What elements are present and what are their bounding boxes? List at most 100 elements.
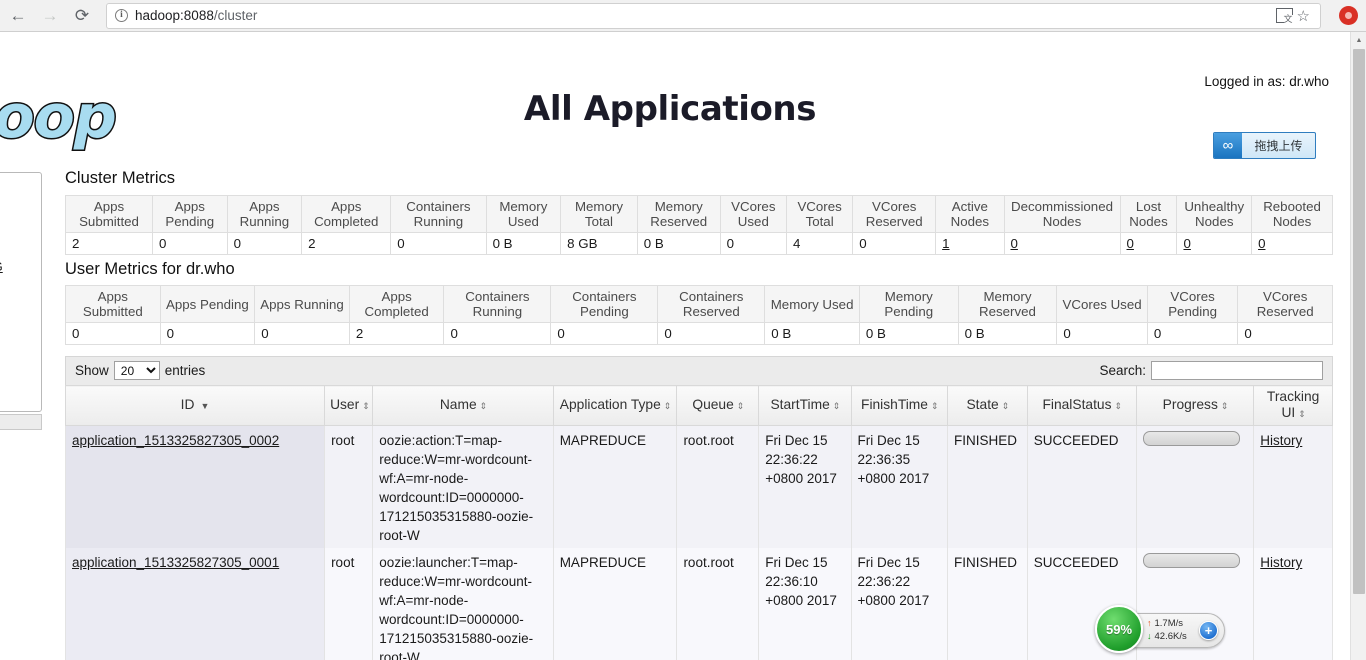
cell-application-type: MAPREDUCE bbox=[552, 548, 678, 660]
metric-header: Lost Nodes bbox=[1119, 195, 1178, 233]
net-widget-percent-ball[interactable]: 59% bbox=[1095, 605, 1143, 653]
metric-value: 0 B bbox=[636, 232, 721, 255]
metric-header: VCores Used bbox=[1056, 285, 1148, 323]
tracking-ui-link[interactable]: History bbox=[1260, 555, 1302, 570]
column-header-application-type[interactable]: Application Type ⇕ bbox=[552, 385, 678, 426]
search-control: Search: bbox=[1099, 361, 1323, 380]
datatable-toolbar: Show 20406080100 entries Search: bbox=[65, 356, 1333, 385]
cell-finish-time: Fri Dec 15 22:36:22 +0800 2017 bbox=[850, 548, 949, 660]
column-header-finishtime[interactable]: FinishTime ⇕ bbox=[850, 385, 949, 426]
column-header-starttime[interactable]: StartTime ⇕ bbox=[758, 385, 852, 426]
site-info-icon[interactable]: i bbox=[115, 9, 128, 22]
metric-value[interactable]: 1 bbox=[935, 232, 1005, 255]
upload-button-label: 拖拽上传 bbox=[1254, 139, 1303, 153]
metric-header: Apps Completed bbox=[348, 285, 445, 323]
page-viewport: adoop Logged in as: dr.who All Applicati… bbox=[0, 32, 1366, 660]
metric-header: VCores Reserved bbox=[1237, 285, 1333, 323]
metric-value: 2 bbox=[64, 232, 154, 255]
user-metrics-heading: User Metrics for dr.who bbox=[65, 260, 235, 278]
cluster-metrics-table: Apps Submitted Apps Pending Apps Running Ap… bbox=[64, 195, 1333, 255]
left-nav-panel[interactable] bbox=[0, 172, 42, 412]
reload-icon[interactable]: ⟳ bbox=[68, 2, 96, 30]
upload-rate: 1.7M/s bbox=[1154, 618, 1184, 629]
cell-application-id[interactable]: application_1513325827305_0002 bbox=[64, 425, 326, 548]
forward-icon[interactable]: → bbox=[36, 2, 64, 30]
bookmark-star-icon[interactable]: ☆ bbox=[1295, 7, 1312, 25]
sort-both-icon: ⇕ bbox=[1114, 401, 1122, 411]
cell-tracking-ui[interactable]: History bbox=[1253, 548, 1333, 660]
column-header-user[interactable]: User ⇕ bbox=[324, 385, 374, 426]
cluster-metrics-value-row: 200200 B8 GB 0 B04010000 bbox=[64, 232, 1333, 255]
address-bar[interactable]: i hadoop:8088/cluster ☆ bbox=[106, 2, 1321, 29]
metric-header: Memory Reserved bbox=[957, 285, 1058, 323]
metric-header: Memory Reserved bbox=[636, 195, 721, 233]
metric-header: Containers Pending bbox=[550, 285, 659, 323]
metric-value: 0 B bbox=[764, 322, 860, 345]
metric-header: Apps Submitted bbox=[65, 285, 161, 323]
metric-header: Apps Running bbox=[226, 195, 303, 233]
user-metrics-header-row: Apps Submitted Apps Pending Apps Running Ap… bbox=[65, 285, 1333, 323]
column-header-tracking-ui[interactable]: Tracking UI ⇕ bbox=[1253, 385, 1333, 426]
metric-value[interactable]: 0 bbox=[1003, 232, 1121, 255]
page-scrollbar[interactable]: ▲ bbox=[1350, 32, 1366, 660]
metric-value[interactable]: 0 bbox=[1251, 232, 1333, 255]
url-host: hadoop:8088 bbox=[135, 8, 214, 23]
cell-queue: root.root bbox=[676, 425, 760, 548]
metric-header: Memory Used bbox=[485, 195, 562, 233]
cell-tracking-ui[interactable]: History bbox=[1253, 425, 1333, 548]
cell-finish-time: Fri Dec 15 22:36:35 +0800 2017 bbox=[850, 425, 949, 548]
metric-value: 0 B bbox=[858, 322, 959, 345]
column-header-label: Application Type bbox=[559, 397, 661, 412]
download-arrow-icon: ↓ bbox=[1147, 631, 1152, 641]
application-id-link[interactable]: application_1513325827305_0002 bbox=[72, 433, 279, 448]
cell-application-type: MAPREDUCE bbox=[552, 425, 678, 548]
user-metrics-table: Apps Submitted Apps Pending Apps Running Ap… bbox=[65, 285, 1333, 345]
cell-application-id[interactable]: application_1513325827305_0001 bbox=[64, 548, 326, 660]
metric-header: Containers Running bbox=[390, 195, 487, 233]
metric-value: 0 bbox=[443, 322, 552, 345]
sort-both-icon: ⇕ bbox=[1220, 401, 1228, 411]
application-id-link[interactable]: application_1513325827305_0001 bbox=[72, 555, 279, 570]
column-header-label: State bbox=[966, 397, 999, 412]
entries-length-select[interactable]: 20406080100 bbox=[113, 361, 160, 380]
column-header-label: FinishTime bbox=[861, 397, 928, 412]
metric-value: 8 GB bbox=[560, 232, 638, 255]
metric-header: Apps Submitted bbox=[64, 195, 154, 233]
metric-header: Unhealthy Nodes bbox=[1176, 195, 1253, 233]
column-header-state[interactable]: State ⇕ bbox=[947, 385, 1028, 426]
scroll-up-icon[interactable]: ▲ bbox=[1351, 32, 1366, 48]
metric-value: 0 B bbox=[485, 232, 562, 255]
metric-header: Apps Pending bbox=[152, 195, 228, 233]
upload-cloud-icon: ∞ bbox=[1214, 133, 1242, 158]
left-nav-item-truncated[interactable]: NG bbox=[0, 260, 24, 274]
translate-icon[interactable] bbox=[1275, 8, 1293, 24]
column-header-queue[interactable]: Queue ⇕ bbox=[676, 385, 760, 426]
cell-name: oozie:launcher:T=map-reduce:W=mr-wordcou… bbox=[372, 548, 554, 660]
metric-header: Memory Used bbox=[764, 285, 860, 323]
metric-value: 0 bbox=[226, 232, 303, 255]
metric-value: 0 bbox=[657, 322, 766, 345]
column-header-label: Queue bbox=[692, 397, 734, 412]
drag-upload-button[interactable]: ∞ 拖拽上传 bbox=[1213, 132, 1316, 159]
cluster-metrics-header-row: Apps Submitted Apps Pending Apps Running Ap… bbox=[64, 195, 1333, 233]
entries-label: entries bbox=[164, 363, 206, 378]
scrollbar-thumb[interactable] bbox=[1353, 49, 1365, 594]
column-header-finalstatus[interactable]: FinalStatus ⇕ bbox=[1026, 385, 1137, 426]
metric-value[interactable]: 0 bbox=[1119, 232, 1178, 255]
net-widget-expand-icon[interactable]: + bbox=[1199, 621, 1218, 640]
metric-value[interactable]: 0 bbox=[1176, 232, 1253, 255]
profile-avatar-icon[interactable] bbox=[1339, 6, 1358, 25]
metric-value: 0 bbox=[1056, 322, 1148, 345]
column-header-name[interactable]: Name ⇕ bbox=[372, 385, 554, 426]
back-icon[interactable]: ← bbox=[4, 2, 32, 30]
tracking-ui-link[interactable]: History bbox=[1260, 433, 1302, 448]
omnibox-actions: ☆ bbox=[1275, 7, 1312, 25]
network-speed-widget[interactable]: ↑ 1.7M/s ↓ 42.6K/s 59% + bbox=[1095, 605, 1225, 655]
metric-header: Decommissioned Nodes bbox=[1003, 195, 1121, 233]
search-input[interactable] bbox=[1151, 361, 1323, 380]
column-header-progress[interactable]: Progress ⇕ bbox=[1135, 385, 1255, 426]
metric-value: 4 bbox=[785, 232, 854, 255]
column-header-id[interactable]: ID ▼ bbox=[64, 385, 326, 426]
sort-both-icon: ⇕ bbox=[663, 401, 671, 411]
sort-both-icon: ⇕ bbox=[362, 401, 369, 411]
